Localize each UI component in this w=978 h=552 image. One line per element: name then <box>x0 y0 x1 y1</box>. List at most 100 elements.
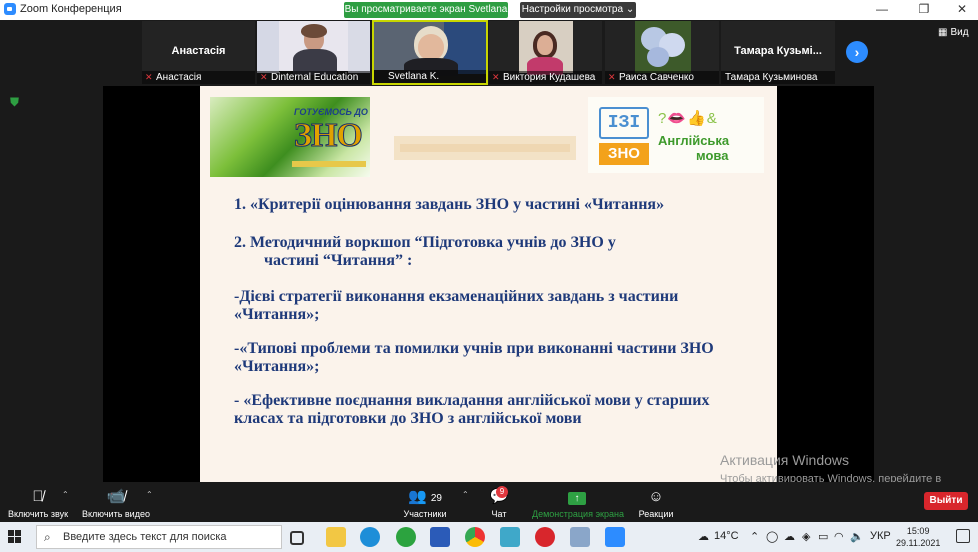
clock-date: 29.11.2021 <box>896 538 941 548</box>
task-view-icon[interactable] <box>290 531 304 545</box>
activation-title: Активация Windows <box>720 452 850 468</box>
chat-icon: 💬9 <box>484 486 514 506</box>
slide-line: -Дієві стратегії виконання екзаменаційни… <box>234 288 679 305</box>
start-video-button[interactable]: 📹̸ Включить видео <box>82 488 150 519</box>
file-explorer-icon[interactable] <box>326 527 346 547</box>
clock[interactable]: 15:09 29.11.2021 <box>896 525 940 549</box>
view-button[interactable]: ▦ Вид <box>938 27 969 38</box>
participant-caption: Анастасія <box>142 71 255 84</box>
search-placeholder: Введите здесь текст для поиска <box>63 531 227 543</box>
participants-button[interactable]: 👥 29 Участники <box>400 488 450 519</box>
opera-icon[interactable] <box>535 527 555 547</box>
volume-icon[interactable]: 🔈 <box>850 530 864 543</box>
app-icon[interactable] <box>570 527 590 547</box>
share-screen-label: Демонстрация экрана <box>532 509 624 519</box>
chevron-down-icon: ⌄ <box>625 4 635 15</box>
participant-name: Тамара Кузьмі... <box>734 45 822 57</box>
edge-icon[interactable] <box>360 527 380 547</box>
unmute-label: Включить звук <box>8 509 69 519</box>
reactions-label: Реакции <box>638 509 674 519</box>
close-button[interactable]: ✕ <box>948 2 976 16</box>
share-notice: Вы просматриваете экран Svetlana K <box>344 2 508 31</box>
zno-logo-main: ЗНО <box>294 117 364 155</box>
zno-logo-top: ГОТУЄМОСЬ ДО <box>294 107 368 117</box>
minimize-button[interactable]: — <box>868 2 896 16</box>
maximize-button[interactable]: ❐ <box>910 2 938 16</box>
view-options-button[interactable]: Настройки просмотра ⌄ <box>520 2 636 18</box>
emoji-icons: ?👄👍& <box>658 110 718 127</box>
chat-button[interactable]: 💬9 Чат <box>484 486 514 519</box>
participant-tile[interactable]: Анастасія Анастасія ✕ <box>141 20 256 85</box>
next-page-arrow-icon[interactable]: › <box>846 41 868 63</box>
slide-line: - «Ефективне поєднання викладання англій… <box>234 392 710 409</box>
tray-app-icon[interactable]: ◈ <box>802 530 810 543</box>
participant-caption: Раиса Савченко <box>605 71 719 84</box>
battery-icon[interactable]: ▭ <box>818 530 828 543</box>
slide-line: «Читання»; <box>234 358 320 375</box>
slide-banner <box>394 136 576 160</box>
tray-app-icon[interactable]: ◯ <box>766 530 778 543</box>
shield-icon[interactable]: ⛊ <box>10 96 22 108</box>
taskbar-search-input[interactable]: ⌕ Введите здесь текст для поиска <box>36 525 282 549</box>
participant-tile[interactable]: Раиса Савченко ✕ <box>604 20 720 85</box>
participants-icon: 👥 29 <box>408 488 442 505</box>
tray-chevron-icon[interactable]: ⌃ <box>750 530 759 543</box>
english-logo-line2: мова <box>696 148 729 163</box>
leave-button[interactable]: Выйти <box>924 492 968 510</box>
slide-line: 1. «Критерії оцінювання завдань ЗНО у ча… <box>234 196 665 213</box>
temperature[interactable]: 14°C <box>714 530 739 542</box>
muted-mic-icon: ✕ <box>492 72 500 82</box>
whatsapp-icon[interactable] <box>396 527 416 547</box>
audio-options-caret-icon[interactable]: ⌃ <box>62 490 69 499</box>
zoom-taskbar-icon[interactable] <box>605 527 625 547</box>
participants-label: Участники <box>403 509 447 519</box>
windows-taskbar: ⌕ Введите здесь текст для поиска ☁ 14°C … <box>0 522 978 552</box>
start-video-label: Включить видео <box>82 509 150 519</box>
word-icon[interactable] <box>430 527 450 547</box>
slide-line: -«Типові проблеми та помилки учнів при в… <box>234 340 714 357</box>
chrome-icon[interactable] <box>465 527 485 547</box>
english-logo-line1: Англійська <box>658 133 730 148</box>
weather-icon[interactable]: ☁ <box>698 530 709 543</box>
chat-badge: 9 <box>496 486 508 498</box>
zno-logo-underline <box>292 161 366 167</box>
wifi-icon[interactable]: ◠ <box>834 530 844 543</box>
participant-tile[interactable]: Тамара Кузьмі... Тамара Кузьминова <box>720 20 836 85</box>
zoom-logo-icon <box>4 3 16 15</box>
cloud-icon[interactable]: ☁ <box>784 530 795 543</box>
participant-tile[interactable]: Виктория Кудашева ✕ <box>488 20 603 85</box>
pixel-logo-icon: ІЗІ <box>599 107 649 139</box>
participant-video <box>489 21 602 75</box>
participants-caret-icon[interactable]: ⌃ <box>462 490 469 499</box>
slide-line: класах та підготовки до ЗНО з англійсько… <box>234 410 582 427</box>
participant-caption: Тамара Кузьминова <box>721 71 835 84</box>
video-options-caret-icon[interactable]: ⌃ <box>146 490 153 499</box>
view-options-label: Настройки просмотра <box>521 4 624 15</box>
participant-video <box>605 21 719 73</box>
participant-caption: Виктория Кудашева <box>489 71 602 84</box>
language-indicator[interactable]: УКР <box>870 530 891 542</box>
english-logo: ІЗІ ?👄👍& ЗНО Англійська мова <box>588 97 764 173</box>
share-screen-button[interactable]: ↑ Демонстрация экрана <box>532 488 624 519</box>
app-icon[interactable] <box>500 527 520 547</box>
unmute-button[interactable]: 🎙̸ Включить звук <box>8 488 68 519</box>
video-off-icon: 📹̸ <box>106 488 126 505</box>
notifications-icon[interactable] <box>956 529 970 543</box>
meeting-toolbar: 🎙̸ Включить звук ⌃ 📹̸ Включить видео ⌃ 👥… <box>0 482 978 522</box>
mic-off-icon: 🎙̸ <box>32 488 44 505</box>
presentation-slide: ГОТУЄМОСЬ ДО ЗНО ІЗІ ?👄👍& ЗНО Англійська… <box>200 86 777 482</box>
english-logo-zno: ЗНО <box>599 143 649 165</box>
app-title: Zoom Конференция <box>4 3 122 15</box>
participant-tile[interactable]: Dinternal Education ✕ <box>256 20 371 85</box>
participant-tile-active[interactable]: Svetlana K. <box>372 20 488 85</box>
chat-label: Чат <box>491 509 507 519</box>
reactions-button[interactable]: ☺ Реакции <box>636 488 676 519</box>
muted-mic-icon: ✕ <box>260 72 268 82</box>
participant-name: Анастасія <box>171 45 226 57</box>
windows-start-icon[interactable] <box>8 530 22 544</box>
grid-icon: ▦ <box>938 27 948 38</box>
participant-video <box>374 22 486 76</box>
slide-line: 2. Методичний воркшоп “Підготовка учнів … <box>234 234 616 251</box>
clock-time: 15:09 <box>906 526 930 536</box>
muted-mic-icon: ✕ <box>608 72 616 82</box>
